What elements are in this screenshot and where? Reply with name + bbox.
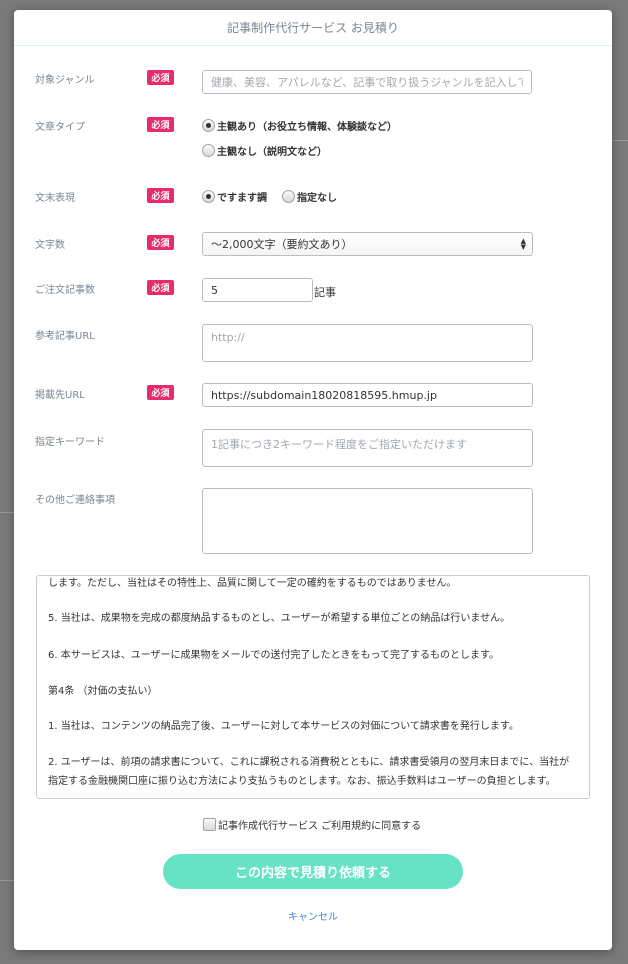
terms-paragraph: 6. 本サービスは、ユーザーに成果物をメールでの送付完了したときをもって完了する… — [48, 650, 500, 661]
terms-paragraph: 2. ユーザーは、前項の請求書について、これに課税される消費税とともに、請求書受… — [48, 757, 570, 787]
radio-button-selected[interactable] — [202, 119, 215, 132]
char-count-label: 文字数 — [35, 240, 65, 251]
radio-label: 指定なし — [297, 193, 337, 204]
radio-label: 主観なし（説明文など） — [217, 147, 327, 158]
order-count-suffix: 記事 — [314, 286, 336, 299]
genre-input[interactable] — [202, 70, 532, 94]
char-count-selected-value: 〜2,000文字（要約文あり） — [211, 238, 353, 251]
reference-url-label: 参考記事URL — [35, 331, 95, 342]
publish-url-input[interactable] — [202, 383, 533, 407]
terms-paragraph: 1. 当社は、コンテンツの納品完了後、ユーザーに対して本サービスの対価について請… — [48, 721, 519, 732]
ending-style-option-none[interactable]: 指定なし — [282, 189, 337, 204]
radio-button[interactable] — [202, 144, 215, 157]
terms-heading: 第4条 （対価の支払い） — [48, 686, 158, 697]
agree-label: 記事作成代行サービス ご利用規約に同意する — [218, 821, 422, 832]
select-arrows-icon: ▲ ▼ — [520, 237, 526, 251]
order-count-label: ご注文記事数 — [35, 285, 95, 296]
keywords-textarea[interactable] — [202, 429, 533, 467]
required-badge: 必須 — [147, 188, 174, 203]
required-badge: 必須 — [147, 117, 174, 132]
radio-label: ですます調 — [217, 193, 267, 204]
background-divider — [0, 880, 14, 881]
ending-style-option-desumasu[interactable]: ですます調 — [202, 189, 267, 204]
required-badge: 必須 — [147, 385, 174, 400]
required-badge: 必須 — [147, 235, 174, 250]
background-divider — [612, 140, 628, 141]
terms-paragraph: します。ただし、当社はその特性上、品質に関して一定の確約をするものではありません… — [48, 578, 457, 589]
terms-paragraph: 5. 当社は、成果物を完成の都度納品するものとし、ユーザーが希望する単位ごとの納… — [48, 613, 511, 624]
reference-url-textarea[interactable] — [202, 324, 533, 362]
terms-scroll-box[interactable]: します。ただし、当社はその特性上、品質に関して一定の確約をするものではありません… — [36, 575, 590, 799]
radio-button[interactable] — [282, 190, 295, 203]
agree-checkbox-row[interactable]: 記事作成代行サービス ご利用規約に同意する — [203, 817, 421, 832]
modal-title: 記事制作代行サービス お見積り — [227, 21, 399, 35]
radio-label: 主観あり（お役立ち情報、体験談など） — [217, 122, 397, 133]
genre-label: 対象ジャンル — [35, 75, 95, 86]
order-count-input[interactable] — [202, 278, 313, 302]
other-textarea[interactable] — [202, 488, 533, 554]
keywords-label: 指定キーワード — [35, 437, 105, 448]
article-type-option-objective[interactable]: 主観なし（説明文など） — [202, 143, 327, 158]
publish-url-label: 掲載先URL — [35, 390, 85, 401]
ending-style-label: 文末表現 — [35, 193, 75, 204]
cancel-link[interactable]: キャンセル — [14, 908, 612, 923]
other-label: その他ご連絡事項 — [35, 495, 115, 506]
required-badge: 必須 — [147, 280, 174, 295]
required-badge: 必須 — [147, 70, 174, 85]
background-divider — [0, 512, 14, 513]
submit-estimate-button[interactable]: この内容で見積り依頼する — [163, 854, 463, 889]
estimate-modal: 記事制作代行サービス お見積り 対象ジャンル 必須 文章タイプ 必須 主観あり（… — [14, 10, 612, 950]
agree-checkbox[interactable] — [203, 818, 216, 831]
char-count-select[interactable]: 〜2,000文字（要約文あり） ▲ ▼ — [202, 232, 533, 256]
article-type-option-subjective[interactable]: 主観あり（お役立ち情報、体験談など） — [202, 118, 397, 133]
article-type-label: 文章タイプ — [35, 122, 85, 133]
modal-header: 記事制作代行サービス お見積り — [14, 10, 612, 46]
radio-button-selected[interactable] — [202, 190, 215, 203]
